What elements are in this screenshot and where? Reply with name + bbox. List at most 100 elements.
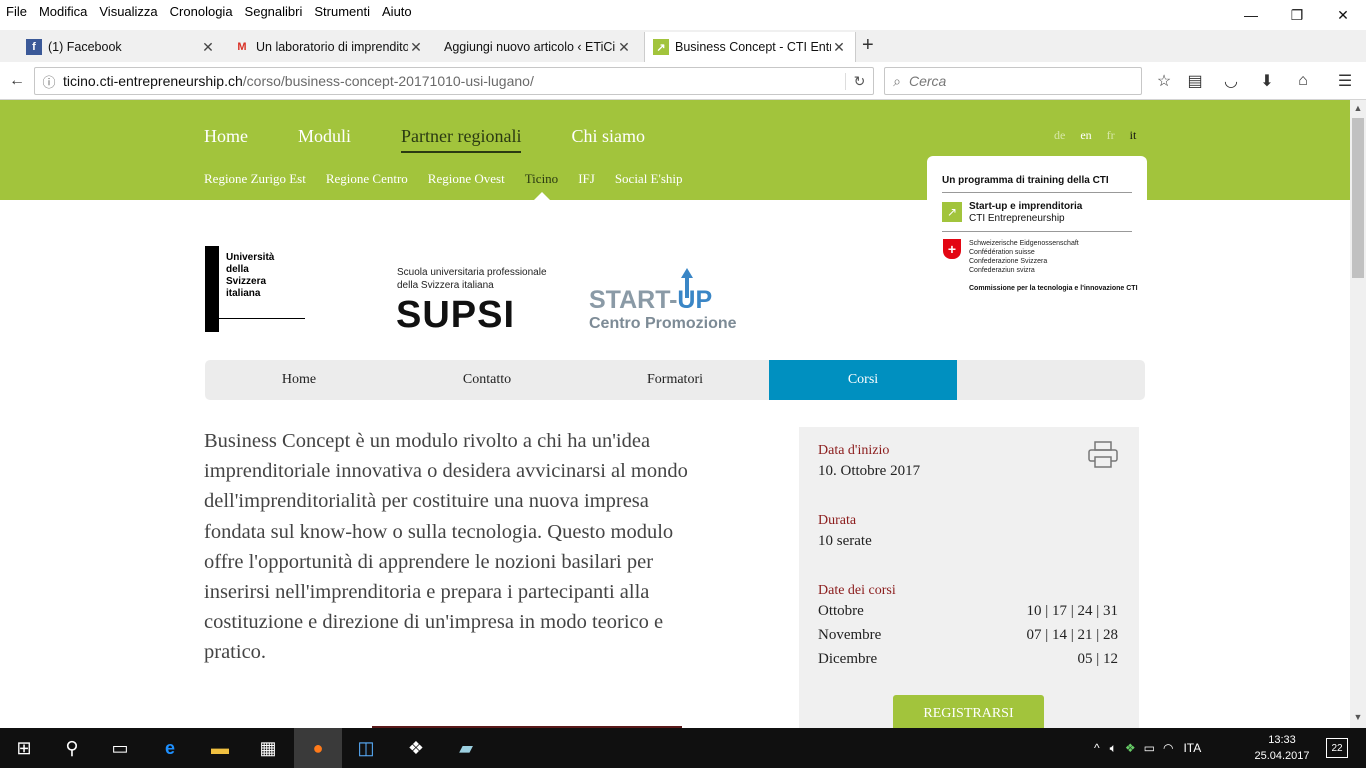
new-tab-icon[interactable]: +: [862, 34, 874, 57]
restore-button[interactable]: ❐: [1274, 0, 1320, 30]
duration-label: Durata: [818, 513, 857, 528]
usi-logo-text: Università della Svizzera italiana: [226, 252, 275, 299]
nav-home[interactable]: Home: [204, 126, 248, 153]
dates-row: Ottobre 10 | 17 | 24 | 31: [818, 603, 1118, 620]
pocket-icon[interactable]: ◡: [1220, 70, 1242, 92]
show-hidden-icons-icon[interactable]: ^: [1094, 741, 1100, 755]
edge-icon[interactable]: e: [146, 728, 194, 768]
gmail-icon: M: [237, 41, 247, 53]
menu-visualizza[interactable]: Visualizza: [93, 4, 163, 19]
url-text: ticino.cti-entrepreneurship.ch/corso/bus…: [63, 73, 845, 89]
menu-segnalibri[interactable]: Segnalibri: [239, 4, 309, 19]
windows-taskbar: ⊞ ⚲ ▭ e ▬ ▦ ● ◫ ❖ ▰ ^ 🔈︎ ❖ ▭ ◠ ITA 13:33…: [0, 728, 1366, 768]
dates-days: 05 | 12: [1077, 651, 1118, 667]
page-scrollbar[interactable]: ▲ ▼: [1350, 100, 1366, 728]
input-language[interactable]: ITA: [1183, 741, 1201, 755]
battery-icon[interactable]: ▭: [1144, 741, 1155, 755]
startup-arrow-head: [681, 268, 693, 278]
reload-icon[interactable]: ↻: [845, 72, 873, 90]
windows-start-icon[interactable]: ⊞: [0, 728, 48, 768]
course-dates-label: Date dei corsi: [818, 583, 896, 598]
nav-chi-siamo[interactable]: Chi siamo: [571, 126, 645, 153]
close-tab-icon[interactable]: ✕: [408, 39, 424, 56]
download-icon[interactable]: ⬇: [1256, 70, 1278, 92]
cti-heading: Un programma di training della CTI: [942, 175, 1109, 186]
usi-logo-underline: [219, 318, 305, 319]
subnav-ticino[interactable]: Ticino: [525, 171, 558, 187]
tab-facebook[interactable]: f (1) Facebook ✕: [18, 32, 224, 62]
tab-gmail[interactable]: M Un laboratorio di imprendito ✕: [226, 32, 432, 62]
bookmark-star-icon[interactable]: ☆: [1153, 70, 1175, 92]
task-view-icon[interactable]: ▭: [96, 728, 144, 768]
supsi-logo[interactable]: SUPSI: [396, 294, 515, 337]
subnav-ifj[interactable]: IFJ: [578, 171, 595, 187]
menu-modifica[interactable]: Modifica: [33, 4, 93, 19]
course-description: Business Concept è un modulo rivolto a c…: [204, 430, 688, 664]
register-button[interactable]: REGISTRARSI: [893, 695, 1044, 728]
back-arrow-icon[interactable]: ←: [6, 70, 28, 92]
dates-days: 07 | 14 | 21 | 28: [1026, 627, 1118, 643]
innernav-corsi[interactable]: Corsi: [769, 360, 957, 400]
usi-logo[interactable]: Università della Svizzera italiana: [205, 246, 305, 332]
innernav-home[interactable]: Home: [205, 360, 393, 400]
firefox-icon[interactable]: ●: [294, 728, 342, 768]
lang-en[interactable]: en: [1080, 128, 1091, 143]
clock[interactable]: 13:33 25.04.2017: [1252, 732, 1312, 764]
cti-line1: Start-up e imprenditoria: [969, 201, 1083, 212]
innernav-formatori[interactable]: Formatori: [581, 360, 769, 400]
dropbox-icon[interactable]: ❖: [392, 728, 440, 768]
innernav-contatto[interactable]: Contatto: [393, 360, 581, 400]
wifi-icon[interactable]: ◠: [1163, 741, 1173, 755]
nav-partner-regionali[interactable]: Partner regionali: [401, 126, 522, 153]
system-tray: ^ 🔈︎ ❖ ▭ ◠ ITA: [1094, 728, 1201, 768]
web-page: Home Moduli Partner regionali Chi siamo …: [0, 100, 1350, 728]
search-icon: ⌕: [893, 72, 901, 89]
outlook-icon[interactable]: ◫: [342, 728, 390, 768]
close-window-button[interactable]: ✕: [1320, 0, 1366, 30]
subnav-zurigo-est[interactable]: Regione Zurigo Est: [204, 171, 306, 187]
subnav-social-eship[interactable]: Social E'ship: [615, 171, 683, 187]
printer-icon[interactable]: [1088, 441, 1118, 469]
divider: [942, 192, 1132, 193]
menu-aiuto[interactable]: Aiuto: [376, 4, 418, 19]
startup-logo[interactable]: START-UP: [589, 286, 712, 315]
hamburger-menu-icon[interactable]: ☰: [1334, 70, 1356, 92]
volume-icon[interactable]: 🔈︎: [1110, 741, 1117, 756]
minimize-button[interactable]: —: [1228, 0, 1274, 30]
notepad-icon[interactable]: ▰: [442, 728, 490, 768]
start-date-label: Data d'inizio: [818, 443, 890, 458]
notifications-icon[interactable]: 22: [1326, 738, 1348, 758]
url-bar[interactable]: ⓘ ticino.cti-entrepreneurship.ch/corso/b…: [34, 67, 874, 95]
scroll-up-icon[interactable]: ▲: [1350, 103, 1366, 113]
file-explorer-icon[interactable]: ▬: [196, 728, 244, 768]
reading-list-icon[interactable]: ▤: [1184, 70, 1206, 92]
store-icon[interactable]: ▦: [244, 728, 292, 768]
swiss-flag-icon: +: [943, 239, 961, 259]
search-input[interactable]: ⌕ Cerca: [884, 67, 1142, 95]
tab-business-concept[interactable]: ↗ Business Concept - CTI Entre ✕: [644, 32, 856, 62]
menu-cronologia[interactable]: Cronologia: [164, 4, 239, 19]
lang-de[interactable]: de: [1054, 128, 1065, 143]
course-info-box: Data d'inizio 10. Ottobre 2017 Durata 10…: [799, 427, 1139, 728]
close-tab-icon[interactable]: ✕: [616, 39, 632, 56]
duration-value: 10 serate: [818, 533, 872, 549]
tab-eticin[interactable]: Aggiungi nuovo articolo ‹ ETiCin ✕: [434, 32, 640, 62]
window-controls: — ❐ ✕: [1228, 0, 1366, 30]
close-tab-icon[interactable]: ✕: [200, 39, 216, 56]
nav-moduli[interactable]: Moduli: [298, 126, 351, 153]
home-icon[interactable]: ⌂: [1292, 70, 1314, 92]
close-tab-icon[interactable]: ✕: [831, 39, 847, 56]
menu-strumenti[interactable]: Strumenti: [308, 4, 376, 19]
subnav-centro[interactable]: Regione Centro: [326, 171, 408, 187]
swiss-name-fr: Confédération suisse: [969, 249, 1035, 256]
scrollbar-thumb[interactable]: [1352, 118, 1364, 278]
subnav-ovest[interactable]: Regione Ovest: [428, 171, 505, 187]
dropbox-sync-icon[interactable]: ❖: [1125, 741, 1136, 755]
menu-file[interactable]: File: [0, 4, 33, 19]
search-icon[interactable]: ⚲: [48, 728, 96, 768]
usi-logo-bar: [205, 246, 219, 332]
info-icon[interactable]: ⓘ: [35, 72, 63, 91]
lang-it[interactable]: it: [1130, 128, 1137, 143]
lang-fr[interactable]: fr: [1107, 128, 1115, 143]
scroll-down-icon[interactable]: ▼: [1350, 712, 1366, 722]
